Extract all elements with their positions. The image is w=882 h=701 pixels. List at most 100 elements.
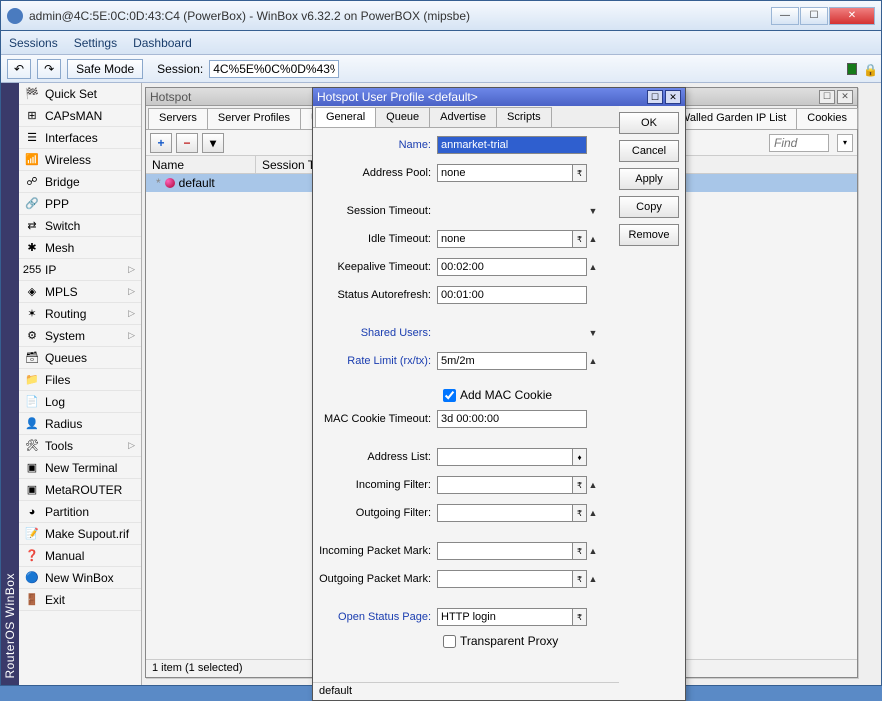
profile-close-button[interactable]: ✕ bbox=[665, 90, 681, 104]
sidebar-item-new-winbox[interactable]: 🔵New WinBox bbox=[19, 567, 141, 589]
sidebar-item-ip[interactable]: 255IP▷ bbox=[19, 259, 141, 281]
profile-titlebar[interactable]: Hotspot User Profile <default> ☐ ✕ bbox=[313, 88, 685, 106]
sidebar-item-interfaces[interactable]: ☰Interfaces bbox=[19, 127, 141, 149]
remove-button[interactable]: − bbox=[176, 133, 198, 153]
idle-timeout-dropdown[interactable]: ₹ bbox=[573, 230, 587, 248]
safe-mode-button[interactable]: Safe Mode bbox=[67, 59, 143, 79]
sidebar-item-bridge[interactable]: ☍Bridge bbox=[19, 171, 141, 193]
keepalive-collapse[interactable]: ▲ bbox=[587, 262, 599, 272]
sidebar-item-mesh[interactable]: ✱Mesh bbox=[19, 237, 141, 259]
out-filter-dropdown[interactable]: ₹ bbox=[573, 504, 587, 522]
menu-sessions[interactable]: Sessions bbox=[9, 36, 58, 50]
out-packet-mark-input[interactable] bbox=[437, 570, 573, 588]
out-packet-mark-dropdown[interactable]: ₹ bbox=[573, 570, 587, 588]
sidebar-item-quick-set[interactable]: 🏁Quick Set bbox=[19, 83, 141, 105]
close-button[interactable]: ✕ bbox=[829, 7, 875, 25]
address-pool-dropdown[interactable]: ₹ bbox=[573, 164, 587, 182]
open-status-input[interactable] bbox=[437, 608, 573, 626]
sidebar-item-exit[interactable]: 🚪Exit bbox=[19, 589, 141, 611]
profile-restore-button[interactable]: ☐ bbox=[647, 90, 663, 104]
hotspot-close-button[interactable]: ✕ bbox=[837, 90, 853, 104]
sidebar-item-system[interactable]: ⚙System▷ bbox=[19, 325, 141, 347]
sidebar-item-ppp[interactable]: 🔗PPP bbox=[19, 193, 141, 215]
col-name[interactable]: Name bbox=[146, 156, 256, 173]
transparent-proxy-checkbox[interactable] bbox=[443, 635, 456, 648]
minimize-button[interactable]: — bbox=[771, 7, 799, 25]
sidebar-item-metarouter[interactable]: ▣MetaROUTER bbox=[19, 479, 141, 501]
menu-dashboard[interactable]: Dashboard bbox=[133, 36, 192, 50]
menu-settings[interactable]: Settings bbox=[74, 36, 117, 50]
session-timeout-expand[interactable]: ▼ bbox=[587, 206, 599, 216]
top-toolbar: ↶ ↷ Safe Mode Session: 🔒 bbox=[1, 55, 881, 83]
nav-icon: ⊞ bbox=[25, 109, 39, 123]
idle-timeout-input[interactable] bbox=[437, 230, 573, 248]
redo-button[interactable]: ↷ bbox=[37, 59, 61, 79]
out-filter-collapse[interactable]: ▲ bbox=[587, 508, 599, 518]
in-packet-mark-dropdown[interactable]: ₹ bbox=[573, 542, 587, 560]
profile-title: Hotspot User Profile <default> bbox=[317, 90, 478, 104]
sidebar-item-manual[interactable]: ❓Manual bbox=[19, 545, 141, 567]
hotspot-restore-button[interactable]: ☐ bbox=[819, 90, 835, 104]
sidebar-item-routing[interactable]: ✶Routing▷ bbox=[19, 303, 141, 325]
in-filter-collapse[interactable]: ▲ bbox=[587, 480, 599, 490]
sidebar-item-switch[interactable]: ⇄Switch bbox=[19, 215, 141, 237]
tab-advertise[interactable]: Advertise bbox=[429, 107, 497, 127]
sidebar-item-files[interactable]: 📁Files bbox=[19, 369, 141, 391]
session-input[interactable] bbox=[209, 60, 339, 78]
address-list-input[interactable] bbox=[437, 448, 573, 466]
shared-users-expand[interactable]: ▼ bbox=[587, 328, 599, 338]
tab-servers[interactable]: Servers bbox=[148, 108, 208, 129]
sidebar-item-tools[interactable]: 🛠Tools▷ bbox=[19, 435, 141, 457]
sidebar-item-wireless[interactable]: 📶Wireless bbox=[19, 149, 141, 171]
titlebar[interactable]: admin@4C:5E:0C:0D:43:C4 (PowerBox) - Win… bbox=[1, 1, 881, 31]
lbl-session-timeout: Session Timeout: bbox=[317, 205, 437, 217]
tab-queue[interactable]: Queue bbox=[375, 107, 430, 127]
tab-scripts[interactable]: Scripts bbox=[496, 107, 552, 127]
in-packet-mark-input[interactable] bbox=[437, 542, 573, 560]
cancel-button[interactable]: Cancel bbox=[619, 140, 679, 162]
autorefresh-input[interactable] bbox=[437, 286, 587, 304]
nav-label: System bbox=[45, 329, 85, 343]
address-pool-input[interactable] bbox=[437, 164, 573, 182]
add-mac-checkbox[interactable] bbox=[443, 389, 456, 402]
rate-limit-collapse[interactable]: ▲ bbox=[587, 356, 599, 366]
add-button[interactable]: + bbox=[150, 133, 172, 153]
profile-dialog: Hotspot User Profile <default> ☐ ✕ Gener… bbox=[312, 87, 686, 701]
idle-timeout-collapse[interactable]: ▲ bbox=[587, 234, 599, 244]
tab-server-profiles[interactable]: Server Profiles bbox=[207, 108, 301, 129]
lbl-address-pool: Address Pool: bbox=[317, 167, 437, 179]
address-list-dropdown[interactable]: ♦ bbox=[573, 448, 587, 466]
maximize-button[interactable]: ☐ bbox=[800, 7, 828, 25]
find-type-dropdown[interactable]: ▾ bbox=[837, 134, 853, 152]
tab-general[interactable]: General bbox=[315, 107, 376, 127]
ok-button[interactable]: OK bbox=[619, 112, 679, 134]
sidebar-item-mpls[interactable]: ◈MPLS▷ bbox=[19, 281, 141, 303]
filter-button[interactable]: ▾ bbox=[202, 133, 224, 153]
sidebar-item-radius[interactable]: 👤Radius bbox=[19, 413, 141, 435]
apply-button[interactable]: Apply bbox=[619, 168, 679, 190]
undo-button[interactable]: ↶ bbox=[7, 59, 31, 79]
out-packet-mark-collapse[interactable]: ▲ bbox=[587, 574, 599, 584]
sidebar-item-queues[interactable]: 🗃Queues bbox=[19, 347, 141, 369]
tab-walled-garden-ip[interactable]: Walled Garden IP List bbox=[669, 108, 797, 129]
copy-button[interactable]: Copy bbox=[619, 196, 679, 218]
name-input[interactable] bbox=[437, 136, 587, 154]
in-packet-mark-collapse[interactable]: ▲ bbox=[587, 546, 599, 556]
rate-limit-input[interactable] bbox=[437, 352, 587, 370]
nav-icon: ✱ bbox=[25, 241, 39, 255]
find-input[interactable] bbox=[769, 134, 829, 152]
mac-cookie-input[interactable] bbox=[437, 410, 587, 428]
lbl-rate-limit: Rate Limit (rx/tx): bbox=[317, 355, 437, 367]
sidebar-item-log[interactable]: 📄Log bbox=[19, 391, 141, 413]
keepalive-input[interactable] bbox=[437, 258, 587, 276]
tab-cookies[interactable]: Cookies bbox=[796, 108, 858, 129]
sidebar-item-partition[interactable]: ◕Partition bbox=[19, 501, 141, 523]
sidebar-item-make-supout.rif[interactable]: 📝Make Supout.rif bbox=[19, 523, 141, 545]
sidebar-item-new-terminal[interactable]: ▣New Terminal bbox=[19, 457, 141, 479]
open-status-dropdown[interactable]: ₹ bbox=[573, 608, 587, 626]
out-filter-input[interactable] bbox=[437, 504, 573, 522]
in-filter-dropdown[interactable]: ₹ bbox=[573, 476, 587, 494]
remove-side-button[interactable]: Remove bbox=[619, 224, 679, 246]
sidebar-item-capsman[interactable]: ⊞CAPsMAN bbox=[19, 105, 141, 127]
in-filter-input[interactable] bbox=[437, 476, 573, 494]
